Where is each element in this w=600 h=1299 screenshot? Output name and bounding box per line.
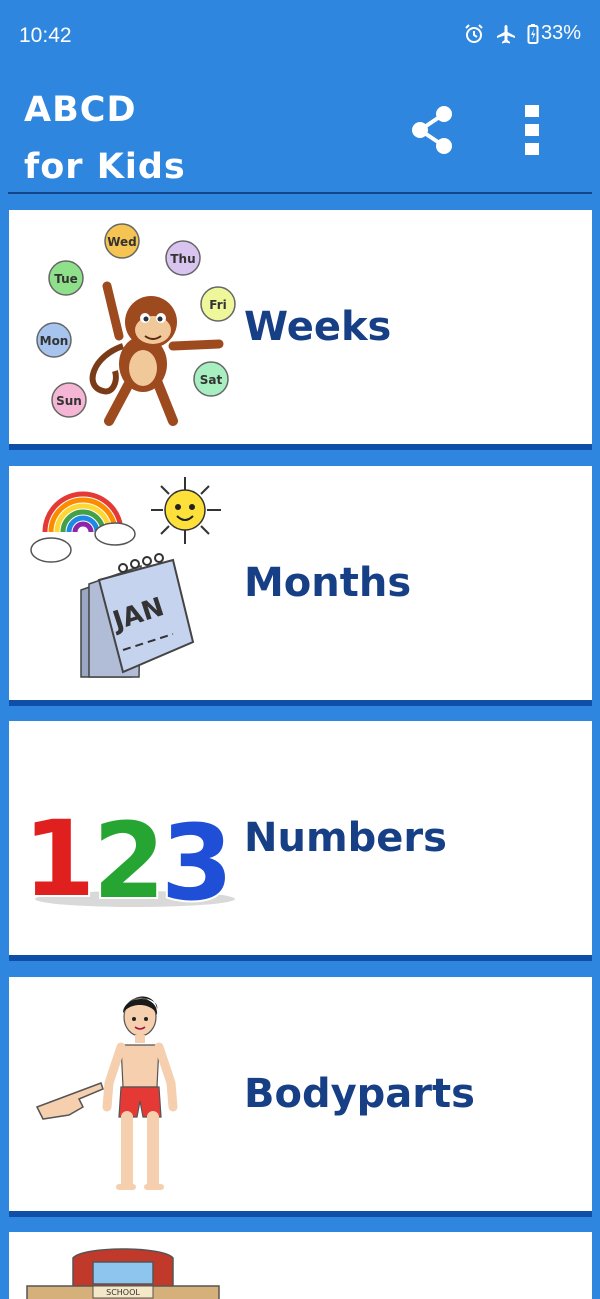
calendar-sun-illustration: JAN (30, 477, 221, 678)
battery-icon (527, 23, 539, 45)
category-label-weeks: Weeks (244, 304, 392, 350)
school-building-illustration: SCHOOL (26, 1248, 220, 1299)
day-wed: Wed (107, 235, 137, 249)
app-title-line1: ABCD (24, 90, 137, 130)
share-button[interactable] (404, 102, 460, 158)
day-fri: Fri (209, 298, 226, 312)
status-icons: 33% (463, 22, 581, 45)
category-card-bodyparts[interactable]: Bodyparts (9, 977, 592, 1217)
app-title: ABCD for Kids (24, 82, 186, 196)
numbers-123-illustration: 1 2 3 (23, 796, 235, 926)
category-card-weeks[interactable]: Wed Thu Tue Fri Mon Sat Sun Weeks (9, 210, 592, 450)
boy-bodyparts-illustration (35, 996, 178, 1190)
school-sign-text: SCHOOL (106, 1288, 140, 1297)
day-sat: Sat (200, 373, 223, 387)
digit-one: 1 (23, 798, 95, 920)
category-card-months[interactable]: JAN Months (9, 466, 592, 706)
digit-two: 2 (93, 800, 165, 922)
alarm-icon (463, 23, 485, 45)
category-card-school[interactable]: SCHOOL (9, 1232, 592, 1299)
airplane-icon (495, 23, 517, 45)
category-label-months: Months (244, 560, 412, 606)
digit-three: 3 (161, 802, 233, 924)
category-card-numbers[interactable]: 1 2 3 Numbers (9, 721, 592, 961)
category-label-bodyparts: Bodyparts (244, 1071, 475, 1117)
status-time: 10:42 (19, 24, 72, 47)
day-tue: Tue (54, 272, 78, 286)
app-title-line2: for Kids (24, 147, 186, 187)
monkey-days-illustration: Wed Thu Tue Fri Mon Sat Sun (36, 223, 236, 426)
day-thu: Thu (170, 252, 195, 266)
battery-percent: 33% (540, 22, 581, 44)
more-options-button[interactable] (510, 100, 554, 160)
day-sun: Sun (56, 394, 82, 408)
status-bar: 10:42 33% (0, 0, 600, 72)
day-mon: Mon (40, 334, 69, 348)
app-bar: ABCD for Kids (0, 72, 600, 194)
share-icon (412, 106, 452, 154)
category-label-numbers: Numbers (244, 815, 447, 861)
app-bar-divider (8, 192, 592, 194)
more-vert-icon (525, 105, 539, 155)
